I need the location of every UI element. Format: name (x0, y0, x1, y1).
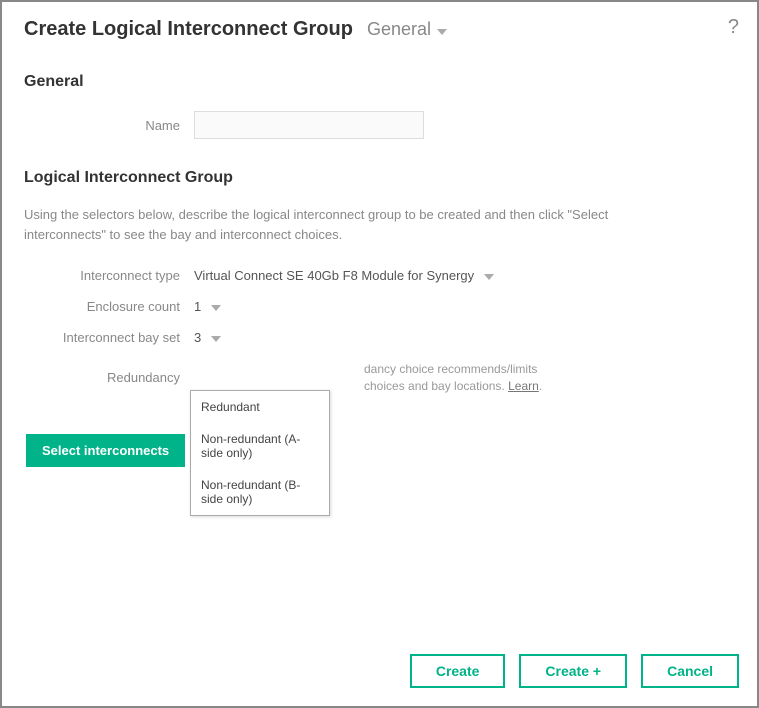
section-selector[interactable]: General (367, 19, 447, 40)
enclosure-count-value: 1 (194, 299, 201, 314)
bay-set-value: 3 (194, 330, 201, 345)
section-label: General (367, 19, 431, 40)
bay-set-select[interactable]: 3 (194, 330, 221, 345)
create-plus-button[interactable]: Create + (519, 654, 627, 688)
enclosure-count-row: Enclosure count 1 (24, 299, 735, 314)
chevron-down-icon (211, 299, 221, 314)
interconnect-type-select[interactable]: Virtual Connect SE 40Gb F8 Module for Sy… (194, 268, 494, 283)
interconnect-type-label: Interconnect type (24, 268, 194, 283)
interconnect-type-row: Interconnect type Virtual Connect SE 40G… (24, 268, 735, 283)
select-interconnects-button[interactable]: Select interconnects (26, 434, 185, 467)
redundancy-label: Redundancy (24, 370, 194, 385)
redundancy-option-a-side[interactable]: Non-redundant (A-side only) (191, 423, 329, 469)
redundancy-option-redundant[interactable]: Redundant (191, 391, 329, 423)
cancel-button[interactable]: Cancel (641, 654, 739, 688)
create-button[interactable]: Create (410, 654, 506, 688)
interconnect-type-value: Virtual Connect SE 40Gb F8 Module for Sy… (194, 268, 474, 283)
name-input[interactable] (194, 111, 424, 139)
help-icon[interactable]: ? (728, 16, 739, 39)
footer-buttons: Create Create + Cancel (410, 654, 739, 688)
learn-link[interactable]: Learn (508, 379, 539, 393)
bay-set-row: Interconnect bay set 3 (24, 330, 735, 345)
general-heading: General (24, 73, 735, 91)
redundancy-info-line1: dancy choice recommends/limits (364, 362, 537, 376)
enclosure-count-label: Enclosure count (24, 299, 194, 314)
lig-description: Using the selectors below, describe the … (24, 205, 664, 244)
redundancy-info-line2: choices and bay locations. (364, 379, 508, 393)
enclosure-count-select[interactable]: 1 (194, 299, 221, 314)
redundancy-info: dancy choice recommends/limits choices a… (364, 361, 542, 395)
redundancy-row: Redundancy dancy choice recommends/limit… (24, 361, 735, 395)
chevron-down-icon (437, 19, 447, 40)
name-row: Name (24, 111, 735, 139)
redundancy-option-b-side[interactable]: Non-redundant (B-side only) (191, 469, 329, 515)
redundancy-info-end: . (539, 379, 542, 393)
name-label: Name (24, 118, 194, 133)
dialog-header: Create Logical Interconnect Group Genera… (2, 2, 757, 55)
dialog-title: Create Logical Interconnect Group (24, 18, 353, 41)
bay-set-label: Interconnect bay set (24, 330, 194, 345)
chevron-down-icon (484, 268, 494, 283)
redundancy-dropdown: Redundant Non-redundant (A-side only) No… (190, 390, 330, 516)
chevron-down-icon (211, 330, 221, 345)
lig-heading: Logical Interconnect Group (24, 169, 735, 187)
